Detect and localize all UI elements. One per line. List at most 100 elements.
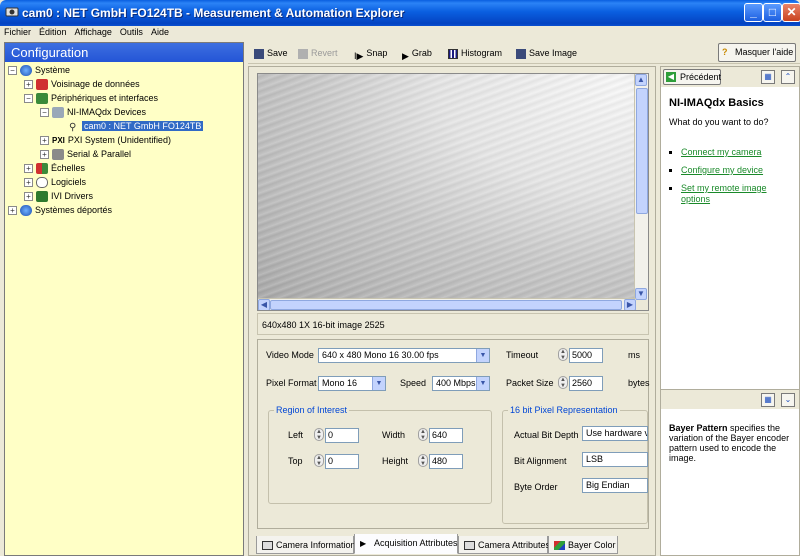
tree-item-echelles[interactable]: + Échelles (24, 161, 85, 175)
spin-arrows-icon[interactable]: ▲ ▼ (418, 454, 428, 467)
menu-aide[interactable]: Aide (147, 26, 173, 38)
save-button[interactable]: Save (254, 46, 288, 60)
spin-arrows-icon[interactable]: ▲ ▼ (314, 428, 324, 441)
expand-icon[interactable]: + (40, 150, 49, 160)
help-link-label[interactable]: Configure my device (681, 165, 763, 175)
tab-label: Bayer Color (568, 540, 616, 550)
save-image-button[interactable]: Save Image (516, 46, 577, 60)
tab-camera-information[interactable]: Camera Information (256, 536, 356, 554)
tab-acquisition-attributes[interactable]: ▶ Acquisition Attributes (354, 534, 458, 554)
bit-alignment-select[interactable]: LSB (582, 452, 648, 467)
snap-icon: I▶ (354, 50, 364, 61)
tree-item-logiciels[interactable]: + Logiciels (24, 175, 86, 189)
image-viewer[interactable]: ▲ ▼ ◀ ▶ (257, 73, 649, 311)
tree-item-ivi[interactable]: + IVI Drivers (24, 189, 93, 203)
expand-icon[interactable]: + (24, 80, 33, 90)
collapse-icon[interactable]: − (40, 108, 49, 118)
timeout-value[interactable]: 5000 (569, 348, 603, 363)
packet-size-unit: bytes (628, 378, 650, 388)
height-stepper[interactable]: ▲ ▼ 480 (418, 454, 463, 469)
horizontal-scrollbar[interactable]: ◀ ▶ (258, 298, 636, 310)
spin-arrows-icon[interactable]: ▲ ▼ (314, 454, 324, 467)
tree-label: Échelles (51, 163, 86, 173)
menu-fichier[interactable]: Fichier (0, 26, 35, 38)
menu-edition[interactable]: Édition (35, 26, 71, 38)
play-icon: ▶ (360, 539, 367, 549)
maximize-button[interactable]: □ (763, 3, 782, 22)
timeout-unit: ms (628, 350, 640, 360)
scroll-right-icon[interactable]: ▶ (624, 299, 636, 310)
app-icon (5, 7, 19, 17)
spin-arrows-icon[interactable]: ▲ ▼ (558, 348, 568, 361)
minimize-button[interactable]: _ (744, 3, 763, 22)
speed-select[interactable]: 400 Mbps ▼ (432, 376, 490, 391)
help-link-remote[interactable]: Set my remote image options (669, 183, 793, 205)
scroll-up-icon[interactable]: ▲ (635, 74, 647, 86)
help-link-label[interactable]: Connect my camera (681, 147, 762, 157)
collapse-up-icon[interactable]: ⌃ (781, 70, 795, 84)
tree-item-serial[interactable]: + Serial & Parallel (40, 147, 131, 161)
window-title: cam0 : NET GmbH FO124TB - Measurement & … (22, 6, 405, 20)
spin-arrows-icon[interactable]: ▲ ▼ (558, 376, 568, 389)
tree-item-systemes-deportes[interactable]: + Systèmes déportés (8, 203, 112, 217)
top-value[interactable]: 0 (325, 454, 359, 469)
grab-label: Grab (411, 48, 432, 58)
collapse-icon[interactable]: − (8, 66, 17, 76)
help-window-icon[interactable]: ▦ (761, 393, 775, 407)
expand-icon[interactable]: + (24, 178, 33, 188)
timeout-stepper[interactable]: ▲ ▼ 5000 (558, 348, 603, 363)
help-link-connect[interactable]: Connect my camera (669, 147, 762, 158)
menu-outils[interactable]: Outils (116, 26, 147, 38)
tree-item-voisinage[interactable]: + Voisinage de données (24, 77, 140, 91)
packet-size-stepper[interactable]: ▲ ▼ 2560 (558, 376, 603, 391)
byte-order-select[interactable]: Big Endian (582, 478, 648, 493)
actual-bit-depth-select[interactable]: Use hardware va (582, 426, 648, 441)
revert-button[interactable]: Revert (298, 46, 338, 60)
tab-label: Acquisition Attributes (374, 538, 458, 548)
histogram-button[interactable]: Histogram (448, 46, 502, 60)
help-divider-bar: ▦ ⌄ (661, 389, 799, 409)
back-button[interactable]: ◀ Précédent (663, 69, 721, 85)
spin-arrows-icon[interactable]: ▲ ▼ (418, 428, 428, 441)
tab-bayer-color[interactable]: Bayer Color (548, 536, 618, 554)
pixel-format-select[interactable]: Mono 16 ▼ (318, 376, 386, 391)
vertical-scrollbar[interactable]: ▲ ▼ (634, 74, 648, 300)
collapse-icon[interactable]: − (24, 94, 33, 104)
left-stepper[interactable]: ▲ ▼ 0 (314, 428, 359, 443)
acquisition-attributes-form: Video Mode 640 x 480 Mono 16 30.00 fps ▼ … (257, 339, 650, 529)
tree-item-pxi[interactable]: + PXI PXI System (Unidentified) (40, 133, 171, 147)
tree-label-selected: cam0 : NET GmbH FO124TB (82, 121, 204, 131)
close-button[interactable]: ✕ (782, 3, 800, 22)
speed-label: Speed (400, 378, 427, 388)
help-window-icon[interactable]: ▦ (761, 70, 775, 84)
left-value[interactable]: 0 (325, 428, 359, 443)
width-stepper[interactable]: ▲ ▼ 640 (418, 428, 463, 443)
expand-icon[interactable]: + (8, 206, 17, 216)
tree-item-systeme[interactable]: − Système (8, 63, 70, 77)
expand-icon[interactable]: + (24, 164, 33, 174)
vertical-scroll-thumb[interactable] (636, 88, 648, 214)
expand-icon[interactable]: + (40, 136, 49, 146)
scroll-left-icon[interactable]: ◀ (258, 299, 270, 310)
tab-camera-attributes[interactable]: Camera Attributes (458, 536, 550, 554)
packet-size-value[interactable]: 2560 (569, 376, 603, 391)
hide-help-button[interactable]: ? Masquer l'aide (718, 43, 796, 62)
scroll-down-icon[interactable]: ▼ (635, 288, 647, 300)
help-link-label[interactable]: Set my remote image options (681, 183, 767, 204)
bayer-pattern-term: Bayer Pattern (669, 423, 728, 433)
top-stepper[interactable]: ▲ ▼ 0 (314, 454, 359, 469)
tree-item-peripheriques[interactable]: − Périphériques et interfaces (24, 91, 158, 105)
tree-item-imaqdx[interactable]: − NI-IMAQdx Devices (40, 105, 146, 119)
width-value[interactable]: 640 (429, 428, 463, 443)
tree-item-cam0[interactable]: ⚲ cam0 : NET GmbH FO124TB (69, 119, 204, 133)
actual-bit-depth-label: Actual Bit Depth (514, 430, 579, 440)
horizontal-scroll-thumb[interactable] (270, 300, 622, 310)
grab-button[interactable]: ▶ Grab (402, 46, 432, 61)
collapse-down-icon[interactable]: ⌄ (781, 393, 795, 407)
help-link-configure[interactable]: Configure my device (669, 165, 763, 176)
height-value[interactable]: 480 (429, 454, 463, 469)
expand-icon[interactable]: + (24, 192, 33, 202)
snap-button[interactable]: I▶ Snap (354, 46, 387, 61)
video-mode-select[interactable]: 640 x 480 Mono 16 30.00 fps ▼ (318, 348, 490, 363)
menu-affichage[interactable]: Affichage (71, 26, 116, 38)
